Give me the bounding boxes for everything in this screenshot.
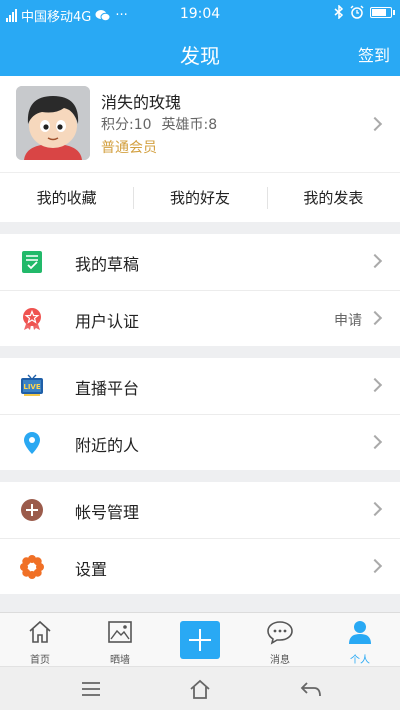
- my-posts-link[interactable]: 我的发表: [266, 173, 400, 222]
- menu-icon[interactable]: [78, 677, 104, 701]
- profile-card[interactable]: 消失的玫瑰 积分:10 英雄币:8 普通会员: [0, 76, 400, 172]
- tab-post[interactable]: [160, 613, 240, 666]
- tab-home-label: 首页: [30, 655, 50, 666]
- top-header: 发现 签到: [0, 28, 400, 76]
- page-title: 发现: [180, 44, 220, 68]
- user-stats: 积分:10 英雄币:8: [101, 114, 217, 134]
- live-tv-icon: LIVE: [21, 374, 43, 396]
- menu-group-1: 我的草稿 用户认证 申请: [0, 234, 400, 346]
- chevron-right-icon: [367, 310, 383, 326]
- menu-group-3: 帐号管理 设置: [0, 482, 400, 594]
- tab-profile-label: 个人: [350, 655, 370, 666]
- tab-photo-wall-label: 晒墙: [110, 655, 130, 666]
- live-platform-label: 直播平台: [75, 379, 140, 398]
- plus-icon: [180, 621, 220, 659]
- system-nav-bar: [0, 666, 400, 710]
- drafts-row[interactable]: 我的草稿: [0, 234, 400, 290]
- account-management-label: 帐号管理: [75, 503, 140, 522]
- bluetooth-icon: [334, 5, 344, 19]
- user-name: 消失的玫瑰: [101, 93, 182, 112]
- home-nav-icon[interactable]: [187, 677, 213, 701]
- image-icon: [108, 621, 132, 643]
- avatar: [16, 86, 90, 160]
- svg-text:LIVE: LIVE: [23, 383, 40, 391]
- avatar-cartoon-image: [16, 86, 90, 160]
- chevron-right-icon: [367, 434, 383, 450]
- membership-level: 普通会员: [101, 140, 157, 156]
- verification-label: 用户认证: [75, 312, 140, 331]
- location-pin-icon: [24, 432, 40, 454]
- account-management-row[interactable]: 帐号管理: [0, 482, 400, 538]
- settings-label: 设置: [75, 560, 108, 579]
- tab-profile[interactable]: 个人: [320, 613, 400, 666]
- chevron-right-icon: [367, 253, 383, 269]
- draft-icon: [22, 251, 42, 273]
- chevron-right-icon: [367, 116, 383, 132]
- tab-home[interactable]: 首页: [0, 613, 80, 666]
- user-verification-row[interactable]: 用户认证 申请: [0, 290, 400, 346]
- alarm-icon: [350, 5, 364, 19]
- nearby-people-label: 附近的人: [75, 436, 140, 455]
- back-icon[interactable]: [298, 677, 324, 701]
- tab-photo-wall[interactable]: 晒墙: [80, 613, 160, 666]
- settings-row[interactable]: 设置: [0, 538, 400, 594]
- tab-messages-label: 消息: [270, 655, 290, 666]
- friends-link[interactable]: 我的好友: [133, 173, 266, 222]
- sign-in-button[interactable]: 签到: [358, 42, 390, 66]
- add-account-icon: [21, 499, 43, 521]
- tab-messages[interactable]: 消息: [240, 613, 320, 666]
- live-platform-row[interactable]: LIVE 直播平台: [0, 358, 400, 414]
- person-icon: [349, 621, 371, 644]
- nearby-people-row[interactable]: 附近的人: [0, 414, 400, 470]
- status-bar: 中国移动4G ··· 19:04: [0, 0, 400, 28]
- home-icon: [29, 620, 51, 643]
- apply-text: 申请: [334, 313, 362, 329]
- settings-flower-icon: [20, 555, 44, 579]
- menu-group-2: LIVE 直播平台 附近的人: [0, 358, 400, 470]
- battery-icon: [370, 6, 395, 18]
- chevron-right-icon: [367, 377, 383, 393]
- chat-bubble-icon: [267, 621, 293, 645]
- quick-links: 我的收藏 我的好友 我的发表: [0, 172, 400, 222]
- favorites-link[interactable]: 我的收藏: [0, 173, 133, 222]
- coins-text: 英雄币:8: [161, 117, 218, 133]
- chevron-right-icon: [367, 558, 383, 574]
- chevron-right-icon: [367, 501, 383, 517]
- points-text: 积分:10: [101, 117, 152, 133]
- drafts-label: 我的草稿: [75, 255, 140, 274]
- verify-badge-icon: [23, 308, 41, 330]
- bottom-tab-bar: 首页 晒墙 消息 个人: [0, 612, 400, 666]
